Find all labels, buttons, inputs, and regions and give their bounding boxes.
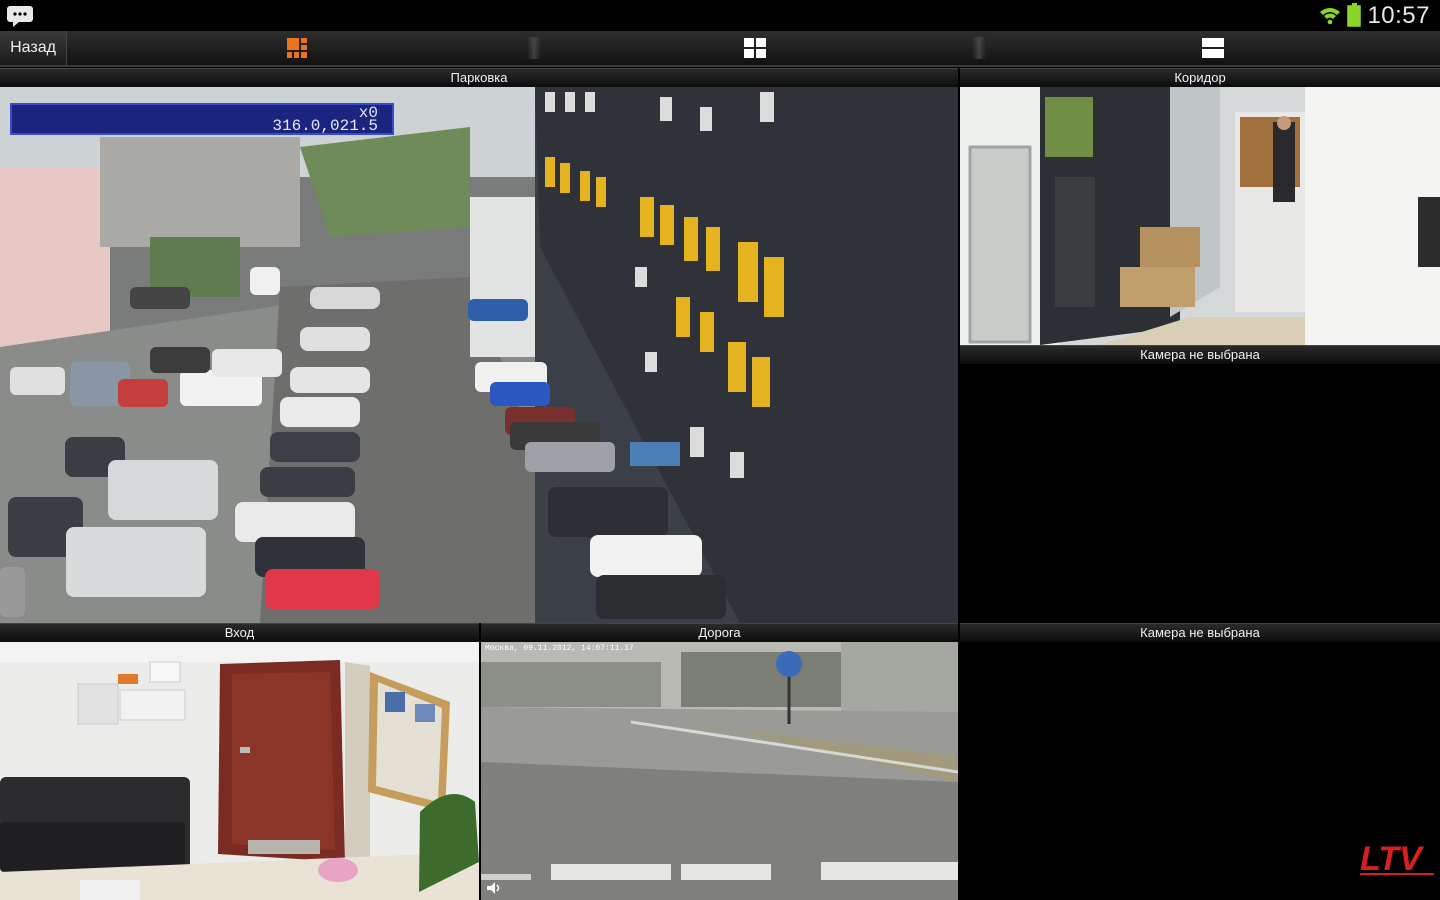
svg-text:LTV: LTV (1360, 840, 1425, 878)
speaker-icon[interactable] (487, 882, 501, 894)
camera-feed-road: Москва, 09.11.2012, 14:07:11.17 (481, 642, 958, 900)
osd-coords: 316.0,021.5 (272, 117, 378, 135)
camera-pane-empty-2[interactable]: Камера не выбрана LTV (960, 623, 1440, 900)
clock: 10:57 (1367, 1, 1430, 29)
tab-divider (527, 37, 541, 59)
status-bar: 10:57 (0, 0, 1440, 31)
chat-notification-icon (7, 6, 33, 27)
corridor-video-frame (960, 87, 1440, 345)
camera-osd-overlay: x0 316.0,021.5 (10, 103, 394, 135)
grid-four-icon (744, 38, 766, 58)
parking-video-frame (0, 87, 958, 623)
camera-pane-empty-1[interactable]: Камера не выбрана (960, 345, 1440, 623)
road-video-frame (481, 642, 958, 900)
camera-pane-parking[interactable]: Парковка x0 316.0,021.5 (0, 68, 958, 623)
tab-layout-grid[interactable] (540, 31, 970, 65)
grid-mixed-icon (287, 38, 307, 58)
battery-icon (1347, 2, 1362, 27)
tab-layout-rows[interactable] (985, 31, 1440, 65)
camera-feed-entrance (0, 642, 479, 900)
camera-pane-road[interactable]: Дорога Москва, 09.11.2012, 14:07:11.17 (481, 623, 958, 900)
camera-title: Вход (0, 623, 479, 642)
camera-pane-corridor[interactable]: Коридор (960, 68, 1440, 345)
camera-feed-empty (960, 364, 1440, 623)
tab-layout-mixed[interactable] (67, 31, 527, 65)
camera-pane-entrance[interactable]: Вход (0, 623, 479, 900)
ltv-logo: LTV (1360, 840, 1434, 878)
camera-title: Дорога (481, 623, 958, 642)
toolbar: Назад (0, 31, 1440, 67)
camera-title: Коридор (960, 68, 1440, 87)
wifi-icon (1320, 7, 1341, 24)
camera-feed-empty: LTV (960, 642, 1440, 900)
tab-divider (972, 37, 986, 59)
camera-title: Парковка (0, 68, 958, 87)
entrance-video-frame (0, 642, 479, 900)
rows-two-icon (1201, 38, 1224, 58)
camera-title: Камера не выбрана (960, 345, 1440, 364)
camera-timestamp: Москва, 09.11.2012, 14:07:11.17 (485, 644, 634, 653)
camera-feed-corridor (960, 87, 1440, 345)
camera-title: Камера не выбрана (960, 623, 1440, 642)
back-button[interactable]: Назад (0, 31, 67, 65)
camera-feed-parking: x0 316.0,021.5 (0, 87, 958, 623)
